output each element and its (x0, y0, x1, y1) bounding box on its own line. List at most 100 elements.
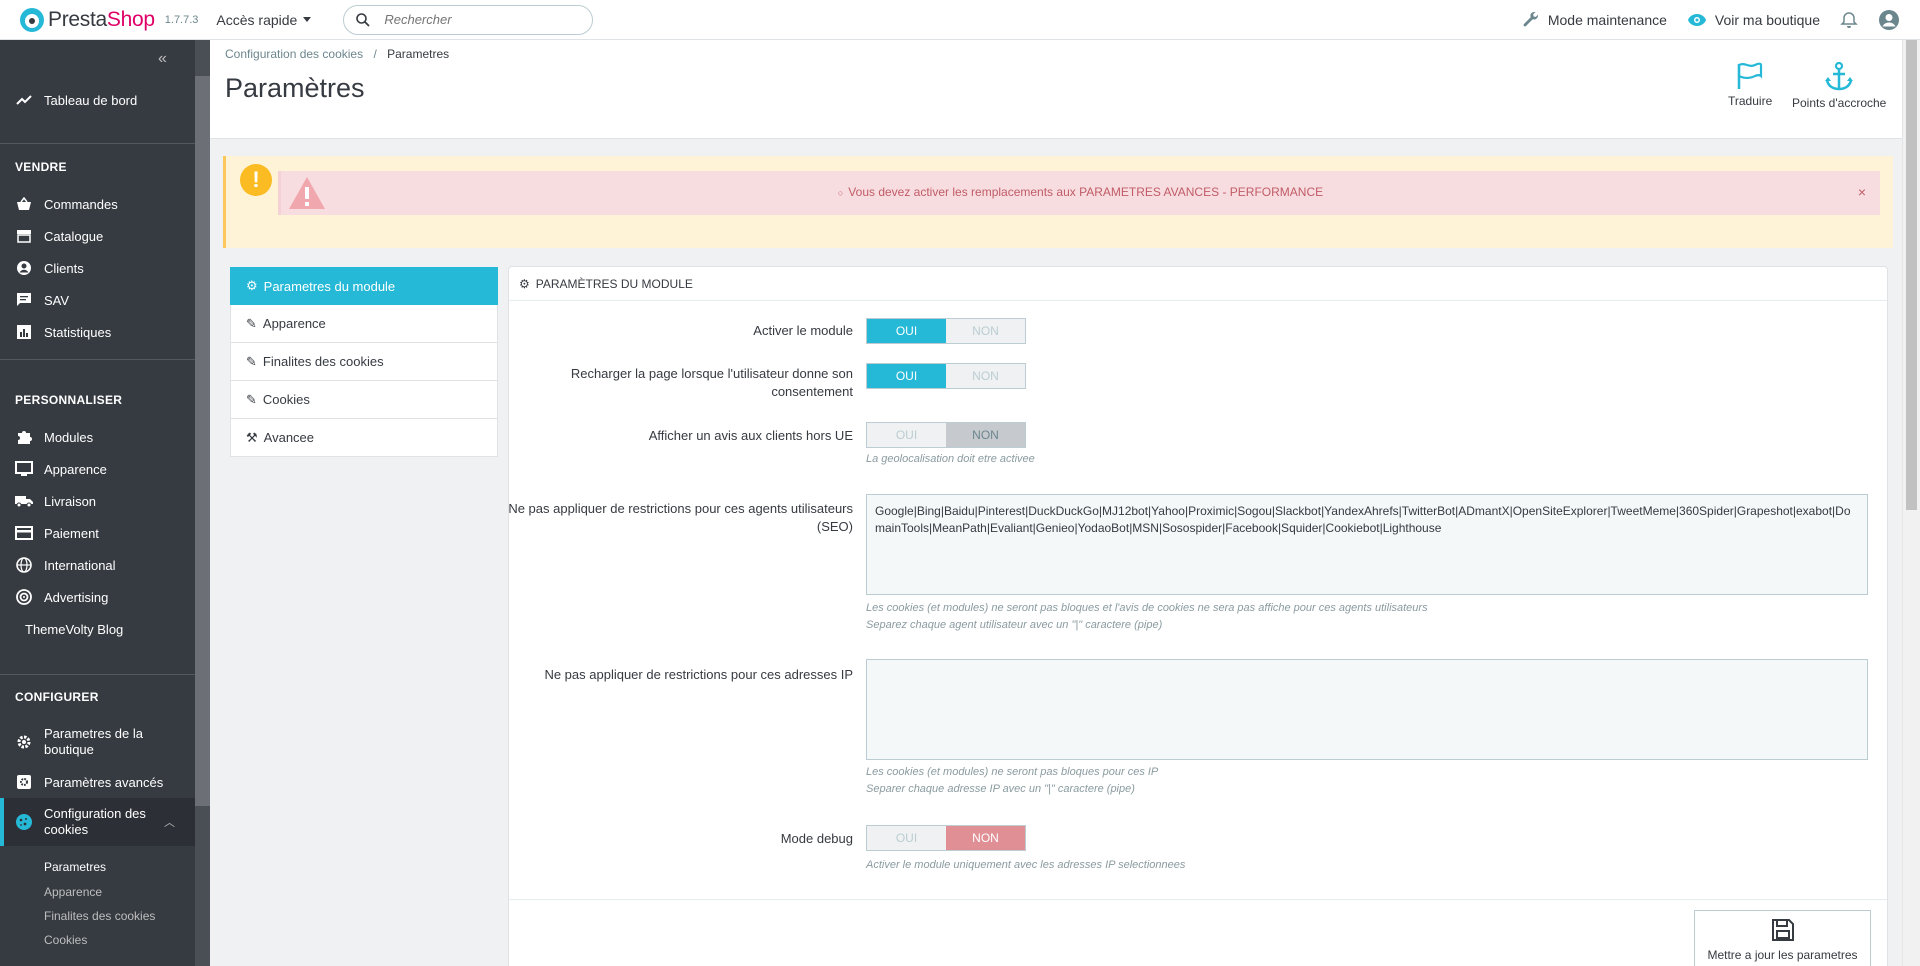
sidebar-item-appearance[interactable]: Apparence (0, 457, 195, 481)
prestashop-logo[interactable]: PrestaShop (20, 7, 155, 32)
anchor-icon (1825, 62, 1854, 91)
activate-module-switch[interactable]: OUI NON (866, 318, 1026, 344)
translate-button[interactable]: Traduire (1728, 62, 1772, 108)
truck-icon (14, 491, 34, 511)
tab-cookie-purposes[interactable]: ✎ Finalites des cookies (230, 343, 498, 381)
collapse-menu-icon[interactable]: « (158, 50, 167, 68)
section-customize: PERSONNALISER (15, 393, 123, 407)
tab-cookies[interactable]: ✎ Cookies (230, 381, 498, 419)
sidebar-item-support[interactable]: SAV (0, 288, 195, 312)
seo-agents-help-1: Les cookies (et modules) ne seront pas b… (866, 602, 1428, 614)
close-icon[interactable]: × (1858, 184, 1866, 200)
tab-advanced[interactable]: ⚒ Avancee (230, 419, 498, 457)
translate-label: Traduire (1728, 94, 1773, 108)
notice-help-text: La geolocalisation doit etre activee (866, 453, 1035, 465)
bell-icon[interactable] (1840, 11, 1858, 29)
target-icon (14, 587, 34, 607)
page-header: Configuration des cookies / Parametres P… (210, 40, 1902, 139)
non-eu-notice-label: Afficher un avis aux clients hors UE (648, 428, 853, 443)
user-circle-icon (14, 258, 34, 278)
breadcrumb-parent-link[interactable]: Configuration des cookies (225, 47, 363, 61)
sidebar-item-label: Paiement (44, 525, 99, 541)
notice-yes-option[interactable]: OUI (867, 423, 946, 447)
non-eu-notice-switch[interactable]: OUI NON (866, 422, 1026, 448)
sidebar-item-dashboard[interactable]: Tableau de bord (0, 88, 195, 112)
credit-card-icon (14, 523, 34, 543)
divider (0, 143, 195, 144)
warning-alert: ! ○ Vous devez activer les remplacements … (223, 156, 1893, 248)
sidebar-item-orders[interactable]: Commandes (0, 192, 195, 216)
activate-yes-option[interactable]: OUI (867, 319, 946, 343)
sidebar: « Tableau de bord VENDRE Commandes Catal… (0, 40, 210, 966)
view-shop-link[interactable]: Voir ma boutique (1687, 12, 1820, 28)
reload-page-switch[interactable]: OUI NON (866, 363, 1026, 389)
sidebar-item-catalog[interactable]: Catalogue (0, 224, 195, 248)
submenu-item-cookies[interactable]: Cookies (44, 933, 87, 947)
submenu-item-parametres[interactable]: Parametres (44, 860, 106, 874)
debug-mode-label: Mode debug (780, 831, 853, 846)
activate-no-option[interactable]: NON (946, 319, 1025, 343)
sidebar-item-customers[interactable]: Clients (0, 256, 195, 280)
sidebar-item-cookies-config[interactable]: Configuration des cookies ︿ (0, 798, 195, 846)
danger-alert: ○ Vous devez activer les remplacements au… (278, 171, 1880, 215)
panel-heading: ⚙ PARAMÈTRES DU MODULE (509, 267, 1887, 301)
sidebar-item-label: Clients (44, 260, 84, 276)
ip-addresses-label: Ne pas appliquer de restrictions pour ce… (544, 667, 853, 682)
sidebar-item-shipping[interactable]: Livraison (0, 489, 195, 513)
reload-yes-option[interactable]: OUI (867, 364, 946, 388)
save-button[interactable]: Mettre a jour les parametres (1694, 910, 1871, 966)
sidebar-item-shop-parameters[interactable]: Parametres de la boutique (0, 725, 195, 759)
breadcrumb: Configuration des cookies / Parametres (225, 47, 449, 61)
sidebar-scrollbar-thumb[interactable] (195, 76, 210, 806)
store-icon (14, 226, 34, 246)
sidebar-item-stats[interactable]: Statistiques (0, 320, 195, 344)
pencil-icon: ✎ (246, 315, 257, 331)
submenu-item-finalites[interactable]: Finalites des cookies (44, 909, 155, 923)
sidebar-item-label: Advertising (44, 589, 109, 605)
sidebar-scrollbar[interactable] (195, 40, 210, 966)
page-scrollbar[interactable] (1902, 40, 1920, 966)
notice-no-option[interactable]: NON (946, 423, 1025, 447)
quick-access-dropdown[interactable]: Accès rapide (216, 12, 312, 28)
tab-module-parameters[interactable]: ⚙ Parametres du module (230, 267, 498, 305)
maintenance-link[interactable]: Mode maintenance (1522, 11, 1667, 29)
sidebar-item-label: Configuration des cookies (44, 806, 146, 837)
chat-icon (14, 290, 34, 310)
tab-appearance[interactable]: ✎ Apparence (230, 305, 498, 343)
search-input[interactable] (384, 12, 575, 27)
debug-yes-option[interactable]: OUI (867, 826, 946, 850)
tab-label: Finalites des cookies (262, 354, 384, 369)
logo-text-prefix: Presta (48, 7, 107, 31)
chevron-up-icon: ︿ (164, 817, 175, 829)
sidebar-item-international[interactable]: International (0, 553, 195, 577)
magic-wand-icon: ⚒ (246, 429, 258, 445)
sidebar-item-label: Paramètres avancés (44, 774, 164, 790)
sidebar-item-advertising[interactable]: Advertising (0, 585, 195, 609)
sidebar-item-label: Catalogue (44, 228, 104, 244)
reload-no-option[interactable]: NON (946, 364, 1025, 388)
debug-no-option[interactable]: NON (946, 826, 1025, 850)
module-tabs: ⚙ Parametres du module ✎ Apparence ✎ Fin… (230, 267, 498, 457)
hooks-button[interactable]: Points d'accroche (1792, 62, 1886, 110)
breadcrumb-current: Parametres (387, 47, 450, 61)
search-icon[interactable] (356, 12, 370, 27)
seo-agents-textarea[interactable]: Google|Bing|Baidu|Pinterest|DuckDuckGo|M… (866, 494, 1868, 595)
panel-footer-divider (509, 899, 1887, 900)
page-scrollbar-thumb[interactable] (1906, 40, 1917, 510)
seo-agents-label: Ne pas appliquer de restrictions pour ce… (508, 501, 853, 534)
sidebar-item-payment[interactable]: Paiement (0, 521, 195, 545)
account-icon[interactable] (1878, 9, 1900, 31)
submenu-item-apparence[interactable]: Apparence (44, 885, 102, 899)
bar-chart-icon (14, 322, 34, 342)
sidebar-item-themevolty-blog[interactable]: ThemeVolty Blog (0, 617, 195, 641)
ip-addresses-textarea[interactable] (866, 659, 1868, 760)
breadcrumb-separator: / (373, 47, 377, 61)
activate-module-label: Activer le module (753, 323, 853, 338)
sidebar-item-advanced-parameters[interactable]: Paramètres avancés (0, 770, 195, 794)
sidebar-item-label: International (44, 557, 116, 573)
debug-mode-switch[interactable]: OUI NON (866, 825, 1026, 851)
sidebar-item-label: Statistiques (44, 324, 112, 340)
sidebar-item-label: Livraison (44, 493, 97, 509)
sidebar-item-label: Apparence (44, 461, 107, 477)
sidebar-item-modules[interactable]: Modules (0, 425, 195, 449)
